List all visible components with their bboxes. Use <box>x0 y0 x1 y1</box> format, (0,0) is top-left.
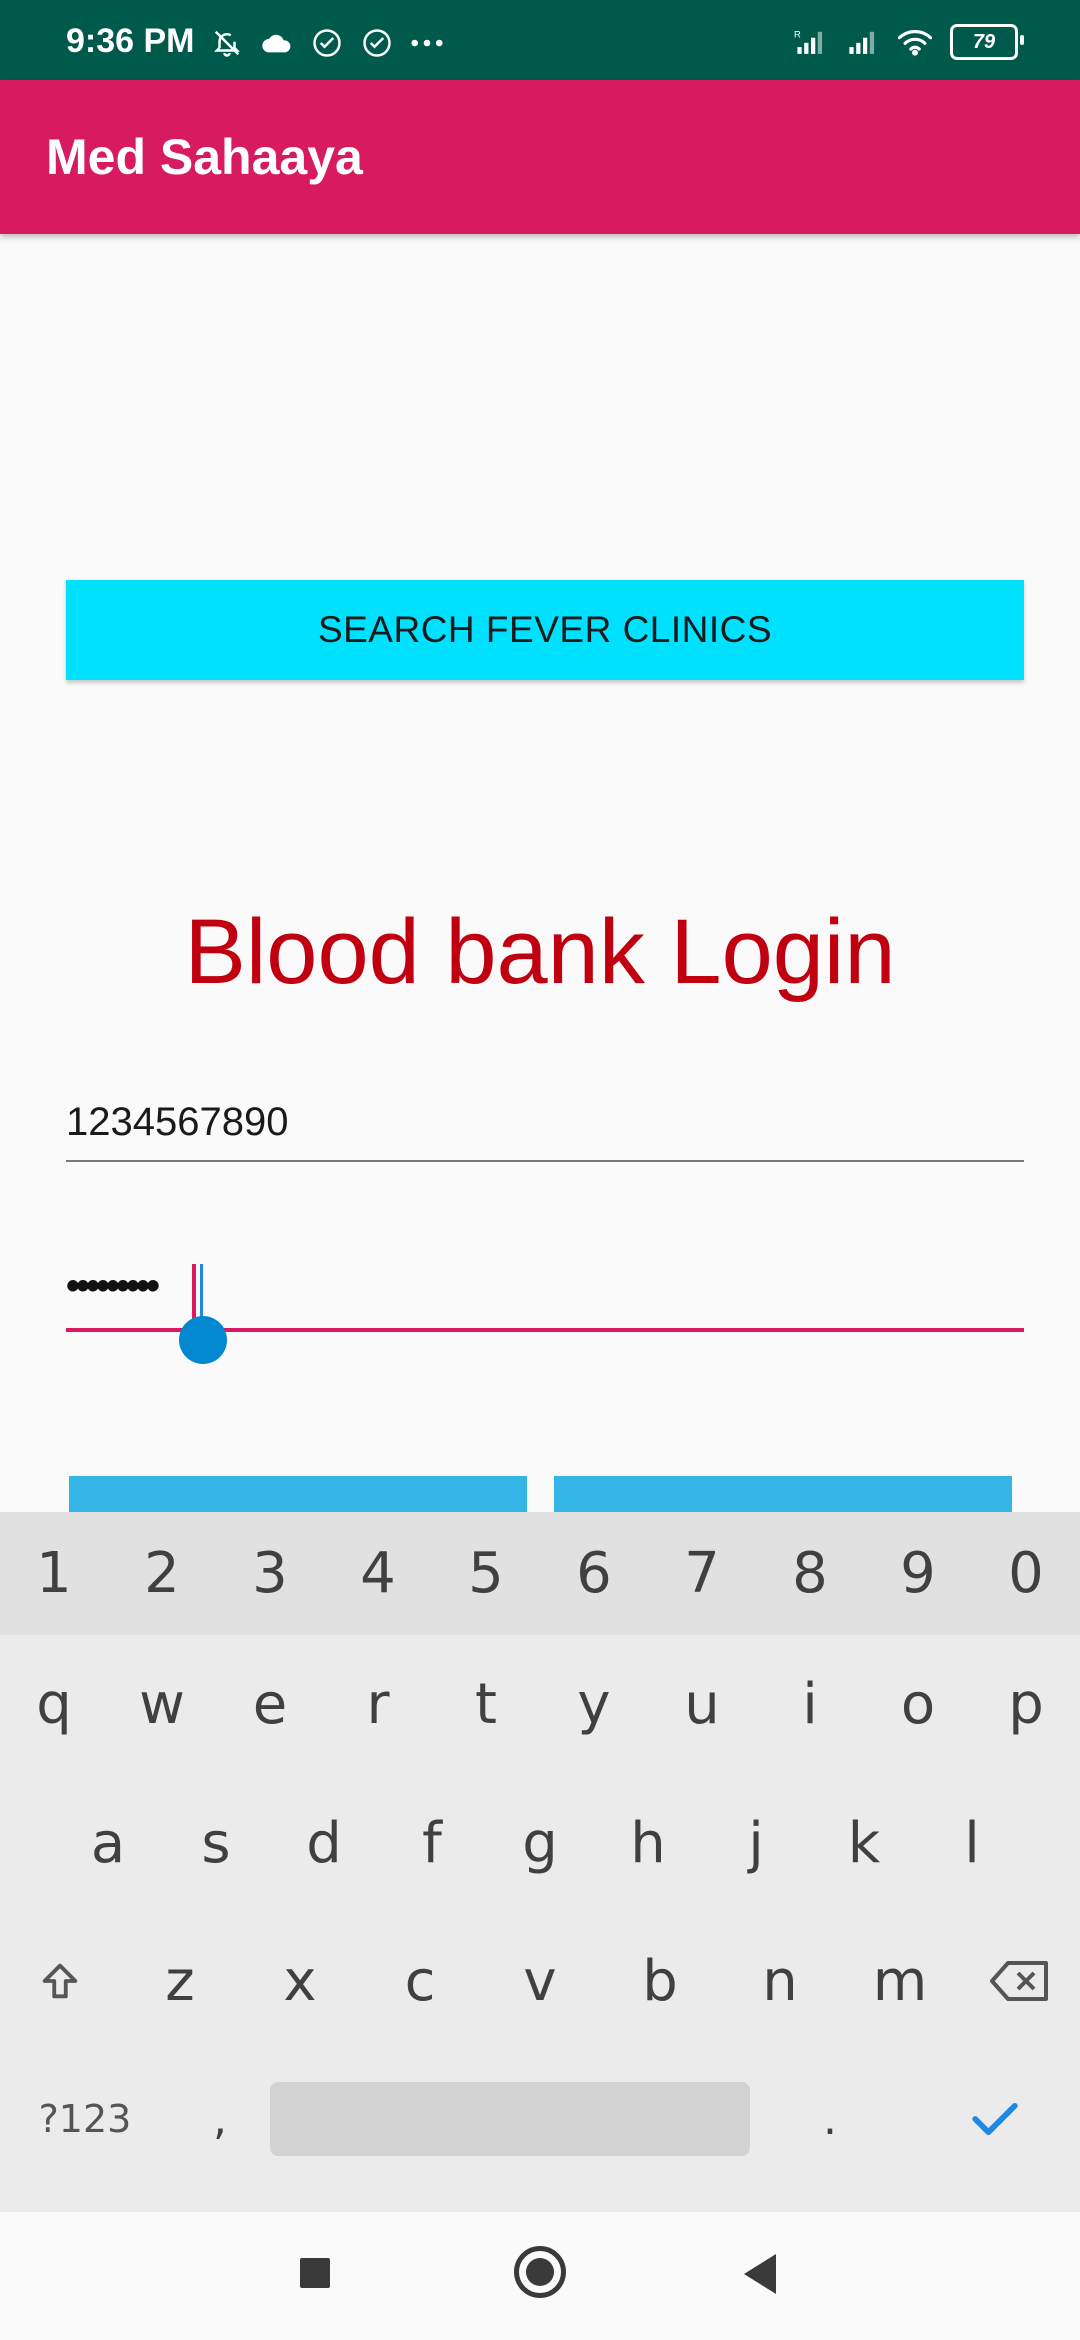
key-p[interactable]: p <box>972 1635 1080 1773</box>
key-3[interactable]: 3 <box>216 1512 324 1635</box>
key-z[interactable]: z <box>120 1912 240 2050</box>
key-q[interactable]: q <box>0 1635 108 1773</box>
login-button-partial[interactable] <box>69 1476 527 1512</box>
text-caret-shadow <box>200 1264 203 1320</box>
key-5[interactable]: 5 <box>432 1512 540 1635</box>
key-f[interactable]: f <box>378 1774 486 1912</box>
key-2[interactable]: 2 <box>108 1512 216 1635</box>
wifi-icon <box>898 25 932 59</box>
password-input[interactable] <box>66 1264 186 1309</box>
keyboard-row-1: q w e r t y u i o p <box>0 1635 1080 1773</box>
keyboard-number-row: 1 2 3 4 5 6 7 8 9 0 <box>0 1512 1080 1635</box>
key-v[interactable]: v <box>480 1912 600 2050</box>
key-c[interactable]: c <box>360 1912 480 2050</box>
bell-off-icon <box>210 26 244 60</box>
signal-icon <box>846 25 880 59</box>
check-icon[interactable] <box>910 2050 1080 2188</box>
login-title: Blood bank Login <box>184 901 896 1003</box>
key-j[interactable]: j <box>702 1774 810 1912</box>
key-4[interactable]: 4 <box>324 1512 432 1635</box>
keyboard-row-3: z x c v b n m <box>0 1912 1080 2050</box>
space-key[interactable] <box>270 2082 750 2156</box>
shift-icon[interactable] <box>0 1912 120 2050</box>
key-g[interactable]: g <box>486 1774 594 1912</box>
app-bar: Med Sahaaya <box>0 80 1080 234</box>
battery-indicator: 79 <box>950 24 1024 60</box>
key-0[interactable]: 0 <box>972 1512 1080 1635</box>
symbols-key[interactable]: ?123 <box>0 2050 170 2188</box>
check-circle-icon <box>360 26 394 60</box>
comma-key[interactable]: , <box>170 2050 270 2188</box>
back-icon[interactable] <box>744 2254 776 2294</box>
key-m[interactable]: m <box>840 1912 960 2050</box>
key-u[interactable]: u <box>648 1635 756 1773</box>
key-8[interactable]: 8 <box>756 1512 864 1635</box>
system-nav-bar <box>0 2212 1080 2340</box>
key-1[interactable]: 1 <box>0 1512 108 1635</box>
key-7[interactable]: 7 <box>648 1512 756 1635</box>
home-icon[interactable] <box>514 2246 566 2298</box>
check-circle-icon <box>310 26 344 60</box>
text-caret <box>192 1264 196 1320</box>
more-dots-icon <box>410 26 444 60</box>
key-w[interactable]: w <box>108 1635 216 1773</box>
key-d[interactable]: d <box>270 1774 378 1912</box>
key-k[interactable]: k <box>810 1774 918 1912</box>
key-9[interactable]: 9 <box>864 1512 972 1635</box>
app-title: Med Sahaaya <box>46 129 363 185</box>
key-h[interactable]: h <box>594 1774 702 1912</box>
svg-text:R: R <box>794 30 801 40</box>
period-key[interactable]: . <box>750 2050 910 2188</box>
phone-field-container <box>66 1090 1024 1162</box>
status-notification-icons <box>210 26 444 60</box>
cursor-handle[interactable] <box>179 1316 227 1364</box>
register-button-partial[interactable] <box>554 1476 1012 1512</box>
search-fever-clinics-button[interactable]: SEARCH FEVER CLINICS <box>66 580 1024 680</box>
key-y[interactable]: y <box>540 1635 648 1773</box>
keyboard-row-2: a s d f g h j k l <box>0 1774 1080 1912</box>
key-t[interactable]: t <box>432 1635 540 1773</box>
cloud-icon <box>260 26 294 60</box>
key-l[interactable]: l <box>918 1774 1026 1912</box>
recents-icon[interactable] <box>300 2258 330 2288</box>
soft-keyboard: 1 2 3 4 5 6 7 8 9 0 q w e r t y u i o p … <box>0 1512 1080 2212</box>
key-i[interactable]: i <box>756 1635 864 1773</box>
phone-input[interactable] <box>66 1100 1024 1145</box>
key-s[interactable]: s <box>162 1774 270 1912</box>
password-field-container <box>66 1250 1024 1364</box>
key-o[interactable]: o <box>864 1635 972 1773</box>
key-a[interactable]: a <box>54 1774 162 1912</box>
key-r[interactable]: r <box>324 1635 432 1773</box>
key-n[interactable]: n <box>720 1912 840 2050</box>
signal-roaming-icon: R <box>794 25 828 59</box>
status-time: 9:36 PM <box>66 22 195 60</box>
key-6[interactable]: 6 <box>540 1512 648 1635</box>
key-x[interactable]: x <box>240 1912 360 2050</box>
status-bar: 9:36 PM R 79 <box>0 0 1080 80</box>
keyboard-row-4: ?123 , . <box>0 2050 1080 2188</box>
status-system-icons: R 79 <box>794 24 1024 60</box>
key-e[interactable]: e <box>216 1635 324 1773</box>
backspace-icon[interactable] <box>960 1912 1080 2050</box>
key-b[interactable]: b <box>600 1912 720 2050</box>
